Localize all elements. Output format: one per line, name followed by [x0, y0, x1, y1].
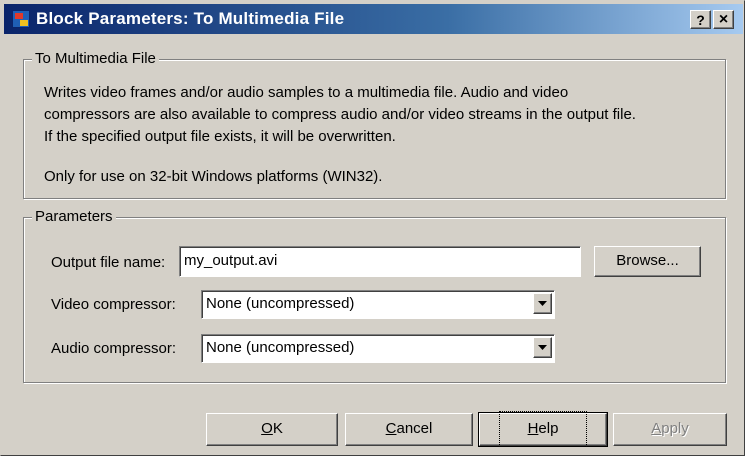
- parameters-group: Parameters Output file name: my_output.a…: [23, 208, 726, 383]
- help-icon[interactable]: ?: [690, 10, 711, 29]
- cancel-button[interactable]: Cancel: [345, 413, 473, 446]
- ok-button[interactable]: OK: [206, 413, 338, 446]
- simulink-block-icon: [12, 10, 30, 28]
- audio-compressor-label: Audio compressor:: [51, 340, 177, 357]
- description-line-3: If the specified output file exists, it …: [44, 128, 396, 145]
- close-icon[interactable]: ×: [713, 10, 734, 29]
- description-line-1: Writes video frames and/or audio samples…: [44, 84, 569, 101]
- video-compressor-select[interactable]: None (uncompressed): [201, 290, 555, 319]
- output-file-input[interactable]: my_output.avi: [179, 246, 581, 277]
- description-group: To Multimedia File Writes video frames a…: [23, 50, 726, 199]
- output-file-label: Output file name:: [51, 254, 166, 271]
- video-compressor-value: None (uncompressed): [206, 295, 355, 312]
- audio-compressor-value: None (uncompressed): [206, 339, 355, 356]
- video-compressor-label: Video compressor:: [51, 296, 176, 313]
- description-line-2: compressors are also available to compre…: [44, 106, 636, 123]
- chevron-down-icon[interactable]: [533, 337, 552, 358]
- dialog-window: Block Parameters: To Multimedia File ? ×…: [0, 0, 745, 456]
- description-group-legend: To Multimedia File: [32, 50, 159, 67]
- chevron-down-icon[interactable]: [533, 293, 552, 314]
- browse-button[interactable]: Browse...: [594, 246, 701, 277]
- description-line-4: Only for use on 32-bit Windows platforms…: [44, 168, 383, 185]
- window-title: Block Parameters: To Multimedia File: [36, 9, 345, 28]
- parameters-group-legend: Parameters: [32, 208, 116, 225]
- audio-compressor-select[interactable]: None (uncompressed): [201, 334, 555, 363]
- title-bar[interactable]: Block Parameters: To Multimedia File ? ×: [4, 4, 743, 34]
- apply-button[interactable]: Apply: [613, 413, 727, 446]
- help-button[interactable]: Help: [478, 411, 608, 447]
